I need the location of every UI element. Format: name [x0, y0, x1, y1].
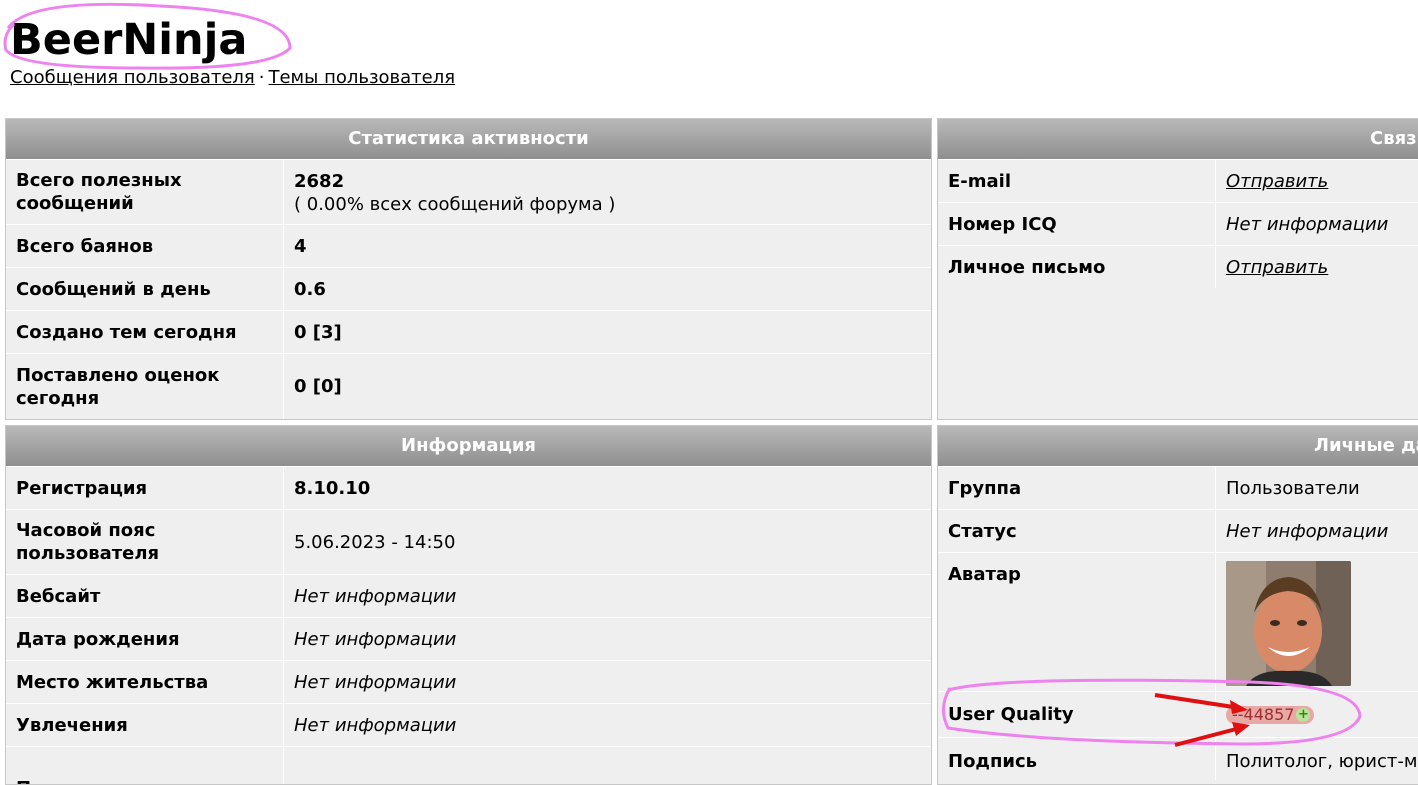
personal-label: Статус [938, 510, 1216, 552]
stat-label: Всего полезных сообщений [6, 160, 284, 224]
info-panel: Информация Регистрация 8.10.10 Часовой п… [5, 425, 932, 785]
stat-row: Создано тем сегодня 0 [3] [6, 310, 931, 353]
icq-value: Нет информации [1226, 213, 1389, 235]
activity-panel-header: Статистика активности [6, 119, 931, 159]
stat-value: 0.6 [294, 278, 326, 300]
info-row: Регистрация 8.10.10 [6, 466, 931, 509]
contacts-panel: Связь E-mail Отправить Номер ICQ Нет инф… [937, 118, 1418, 420]
send-pm-link[interactable]: Отправить [1226, 256, 1328, 279]
info-row: Увлечения Нет информации [6, 703, 931, 746]
stat-value: 2682 ( 0.00% всех сообщений форума ) [284, 160, 931, 224]
contact-label: E-mail [938, 160, 1216, 202]
stat-value: 4 [294, 235, 307, 257]
send-email-link[interactable]: Отправить [1226, 170, 1328, 193]
plus-circle-icon[interactable]: + [1296, 707, 1311, 722]
personal-panel-header: Личные данные [938, 426, 1418, 466]
info-label: Половая [6, 747, 284, 784]
stat-row: Всего полезных сообщений 2682 ( 0.00% вс… [6, 159, 931, 224]
info-row: Часовой пояс пользователя 5.06.2023 - 14… [6, 509, 931, 574]
contact-row: Номер ICQ Нет информации [938, 202, 1418, 245]
stat-label: Создано тем сегодня [6, 311, 284, 353]
stat-label: Поставлено оценок сегодня [6, 354, 284, 419]
username-title: BeerNinja [10, 15, 248, 65]
user-nav: Сообщения пользователя · Темы пользователя [10, 66, 455, 90]
personal-label: User Quality [938, 692, 1216, 737]
personal-row: User Quality --44857 + [938, 691, 1418, 737]
info-row: Дата рождения Нет информации [6, 617, 931, 660]
personal-row: Подпись Политолог, юрист-международник [938, 737, 1418, 780]
timezone-value: 5.06.2023 - 14:50 [294, 531, 456, 553]
contact-row: Личное письмо Отправить [938, 245, 1418, 288]
personal-row: Аватар [938, 552, 1418, 691]
total-posts-percent: ( 0.00% всех сообщений форума ) [294, 194, 616, 215]
personal-label: Группа [938, 467, 1216, 509]
personal-label: Аватар [938, 553, 1216, 691]
info-label: Место жительства [6, 661, 284, 703]
gender-value [284, 747, 931, 784]
user-avatar [1226, 561, 1351, 686]
stat-row: Всего баянов 4 [6, 224, 931, 267]
website-value: Нет информации [294, 585, 457, 607]
user-quality-badge[interactable]: --44857 + [1226, 705, 1315, 724]
avatar-photo [1226, 561, 1351, 686]
contact-label: Личное письмо [938, 246, 1216, 288]
registration-value: 8.10.10 [294, 477, 371, 499]
info-label: Регистрация [6, 467, 284, 509]
hobbies-value: Нет информации [294, 714, 457, 736]
stat-row: Сообщений в день 0.6 [6, 267, 931, 310]
stat-label: Сообщений в день [6, 268, 284, 310]
info-row: Половая [6, 746, 931, 784]
personal-row: Группа Пользователи [938, 466, 1418, 509]
user-messages-link[interactable]: Сообщения пользователя [10, 67, 255, 88]
info-label: Часовой пояс пользователя [6, 510, 284, 574]
personal-panel: Личные данные Группа Пользователи Статус… [937, 425, 1418, 785]
status-value: Нет информации [1226, 520, 1389, 542]
info-row: Вебсайт Нет информации [6, 574, 931, 617]
user-quality-value: --44857 [1232, 705, 1295, 724]
signature-value: Политолог, юрист-международник [1226, 751, 1418, 772]
birthday-value: Нет информации [294, 628, 457, 650]
contact-label: Номер ICQ [938, 203, 1216, 245]
stat-value: 0 [0] [294, 376, 342, 397]
location-value: Нет информации [294, 671, 457, 693]
personal-label: Подпись [938, 738, 1216, 780]
stat-label: Всего баянов [6, 225, 284, 267]
group-value: Пользователи [1226, 477, 1360, 499]
stat-row: Поставлено оценок сегодня 0 [0] [6, 353, 931, 419]
personal-row: Статус Нет информации [938, 509, 1418, 552]
info-label: Вебсайт [6, 575, 284, 617]
nav-separator: · [258, 67, 265, 88]
total-posts-value: 2682 [294, 171, 345, 192]
info-label: Увлечения [6, 704, 284, 746]
stat-value: 0 [3] [294, 321, 342, 343]
activity-panel: Статистика активности Всего полезных соо… [5, 118, 932, 420]
user-topics-link[interactable]: Темы пользователя [268, 67, 455, 88]
contact-row: E-mail Отправить [938, 159, 1418, 202]
contacts-panel-header: Связь [938, 119, 1418, 159]
info-panel-header: Информация [6, 426, 931, 466]
info-label: Дата рождения [6, 618, 284, 660]
info-row: Место жительства Нет информации [6, 660, 931, 703]
